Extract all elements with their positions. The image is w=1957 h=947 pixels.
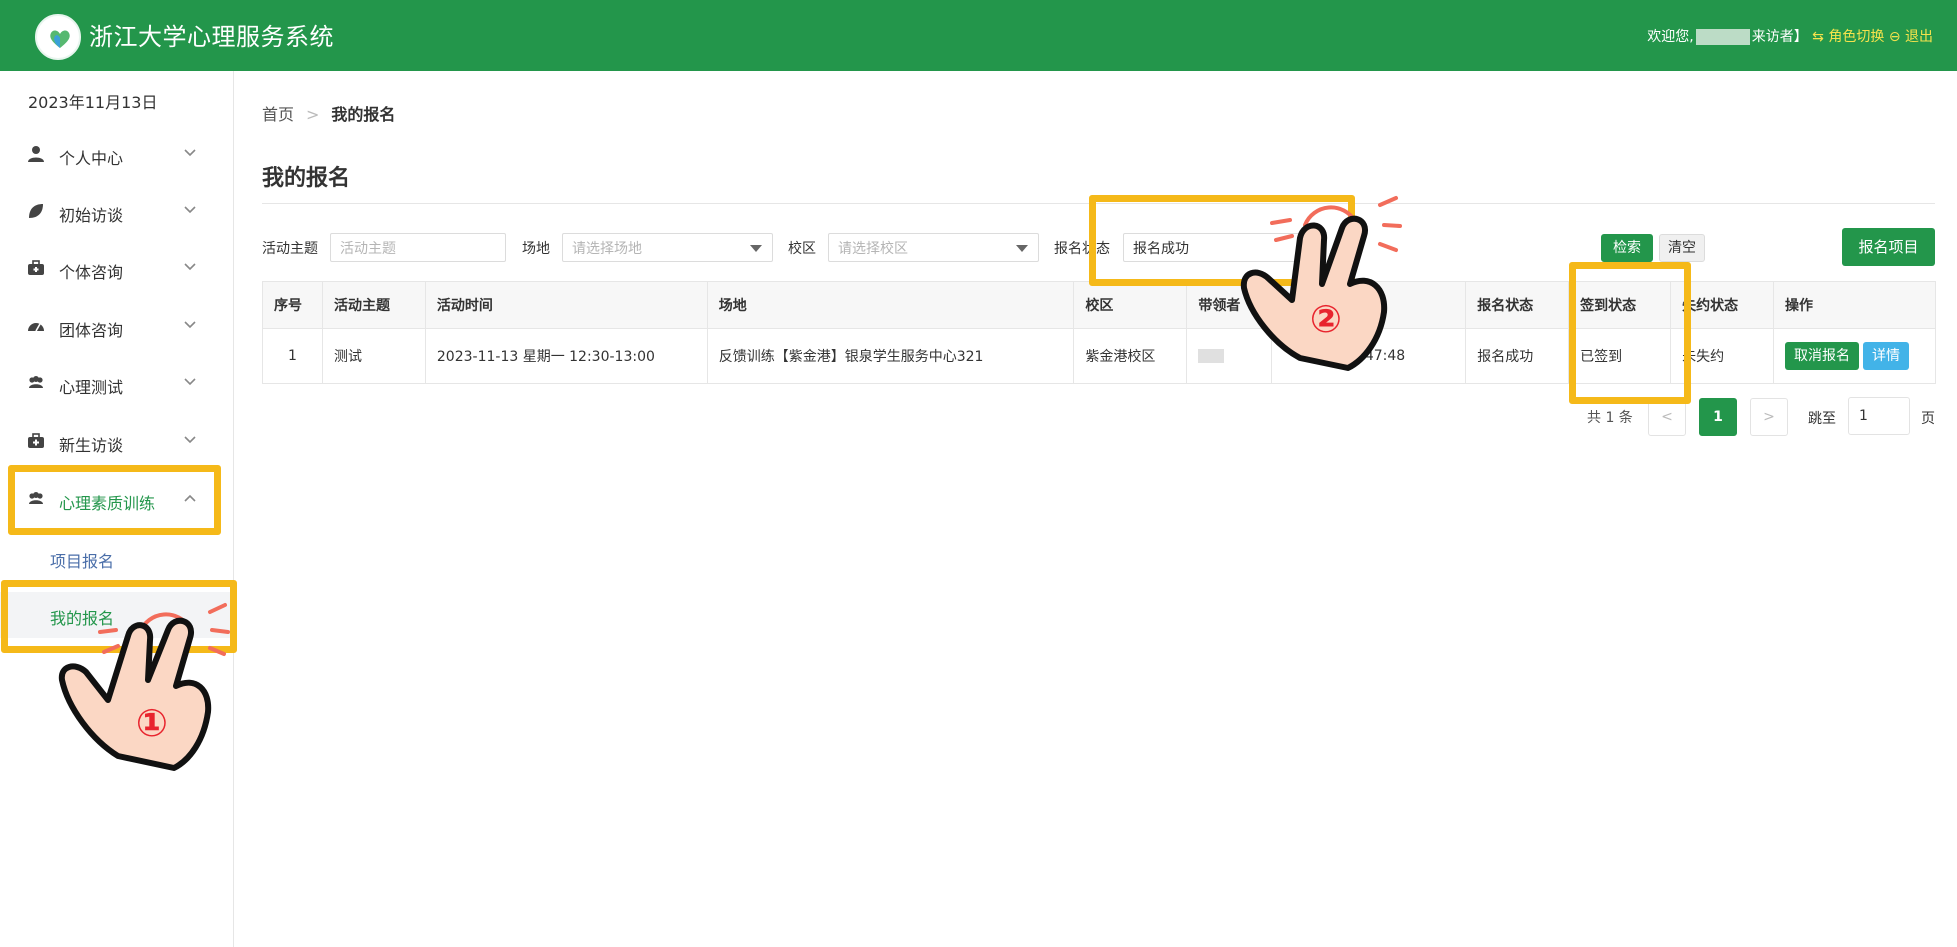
tutorial-hand-overlay: ① ②: [58, 196, 1402, 771]
pointing-hand-icon-2: [1240, 215, 1388, 371]
step-2-label: ②: [1310, 297, 1342, 341]
pointing-hand-icon-1: [58, 617, 212, 771]
step-1-label: ①: [136, 701, 168, 745]
click-rays-icon: [98, 196, 1402, 656]
